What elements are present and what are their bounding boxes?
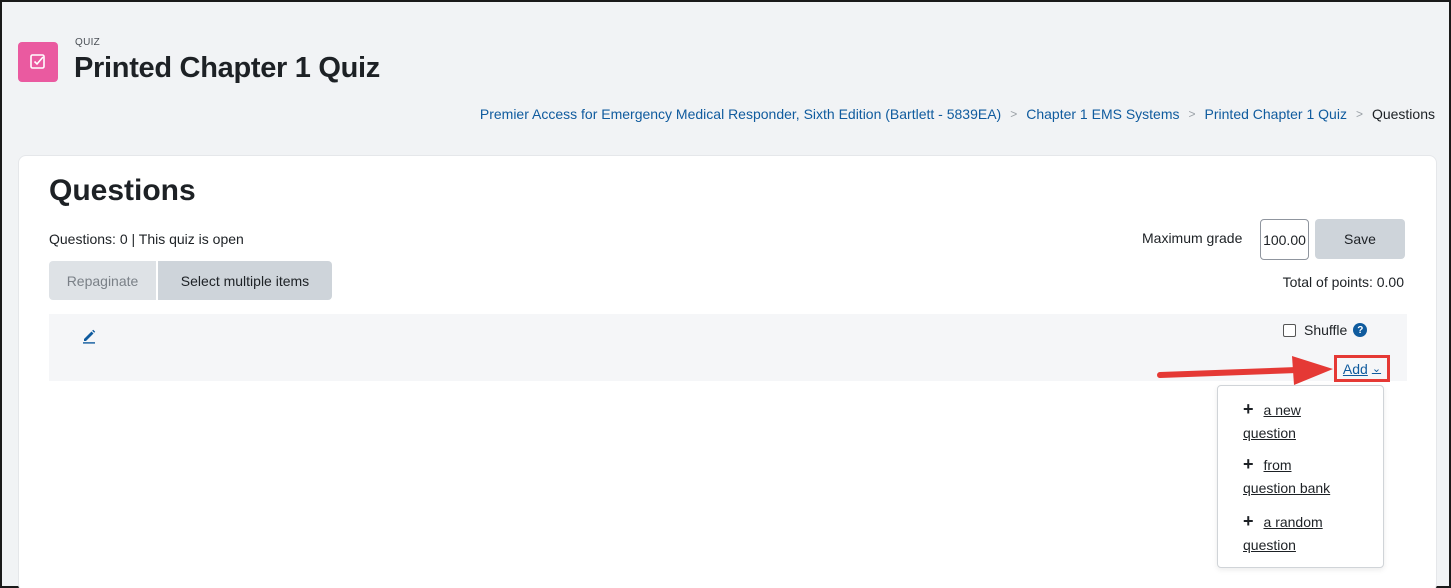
menu-item-label: a new [1263, 402, 1301, 418]
menu-item-label: question [1243, 537, 1296, 553]
shuffle-control: Shuffle ? [1283, 322, 1368, 338]
plus-icon: + [1243, 454, 1254, 474]
chevron-right-icon: > [1010, 107, 1018, 121]
quiz-checkbox-icon [18, 42, 58, 82]
max-grade-label: Maximum grade [1142, 230, 1243, 246]
module-type-label: QUIZ [75, 37, 101, 48]
chevron-down-icon: ⌄ [1371, 363, 1382, 375]
add-dropdown-toggle[interactable]: Add ⌄ [1334, 355, 1390, 382]
breadcrumb-chapter[interactable]: Chapter 1 EMS Systems [1026, 106, 1179, 122]
page-title: Printed Chapter 1 Quiz [74, 52, 380, 84]
total-points: Total of points: 0.00 [1282, 274, 1404, 290]
add-menu-item-question-bank[interactable]: + from question bank [1243, 453, 1363, 500]
page-frame: QUIZ Printed Chapter 1 Quiz Premier Acce… [0, 0, 1451, 588]
section-heading: Questions [49, 174, 196, 207]
red-arrow-annotation [1157, 356, 1333, 385]
add-menu-item-new-question[interactable]: + a new question [1243, 398, 1363, 445]
breadcrumb-quiz[interactable]: Printed Chapter 1 Quiz [1205, 106, 1347, 122]
menu-item-label: question [1243, 425, 1296, 441]
shuffle-label: Shuffle [1304, 322, 1348, 338]
plus-icon: + [1243, 511, 1254, 531]
max-grade-input[interactable] [1260, 219, 1309, 260]
chevron-right-icon: > [1188, 107, 1196, 121]
add-label: Add [1342, 360, 1368, 377]
menu-item-label: question bank [1243, 480, 1331, 496]
chevron-right-icon: > [1355, 107, 1363, 121]
help-icon[interactable]: ? [1353, 323, 1368, 337]
menu-item-label: from [1263, 457, 1292, 473]
pencil-icon[interactable] [81, 328, 97, 344]
breadcrumb-current: Questions [1371, 106, 1435, 122]
select-multiple-button[interactable]: Select multiple items [158, 261, 332, 300]
breadcrumb-course[interactable]: Premier Access for Emergency Medical Res… [480, 106, 1001, 122]
breadcrumb: Premier Access for Emergency Medical Res… [480, 106, 1435, 122]
add-menu: + a new question + from question bank + a r… [1217, 385, 1384, 568]
repaginate-button[interactable]: Repaginate [49, 261, 156, 300]
menu-item-label: a random [1263, 514, 1323, 530]
save-button[interactable]: Save [1315, 219, 1405, 259]
plus-icon: + [1243, 399, 1254, 419]
quiz-status: Questions: 0 | This quiz is open [49, 231, 244, 247]
add-menu-item-random-question[interactable]: + a random question [1243, 510, 1363, 557]
shuffle-checkbox[interactable] [1283, 323, 1296, 337]
